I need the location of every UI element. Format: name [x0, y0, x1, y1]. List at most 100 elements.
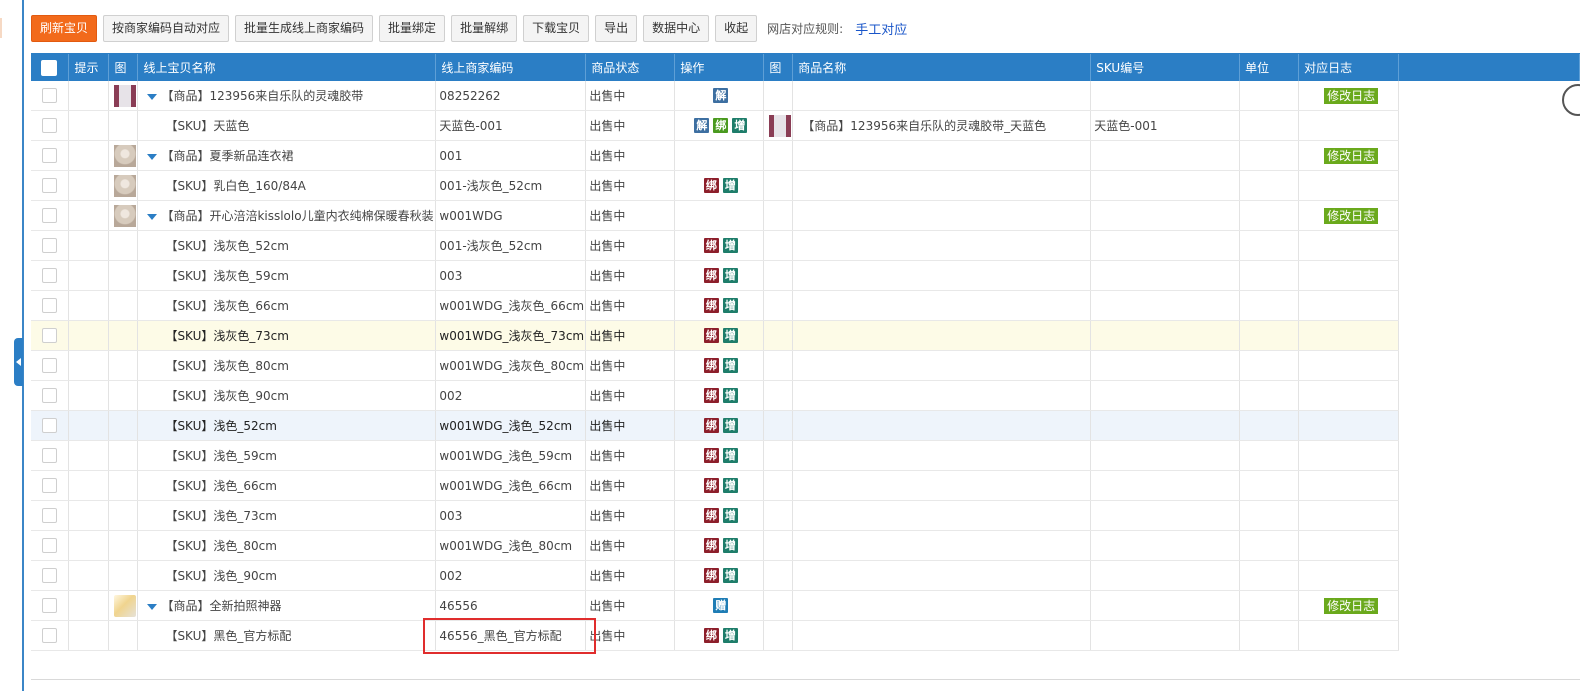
collapse-button[interactable]: 收起 — [715, 14, 758, 42]
table-row[interactable]: 【SKU】浅灰色_80cm w001WDG_浅灰色_80cm 出售中 绑增 — [31, 350, 1580, 381]
table-row[interactable]: 【SKU】浅色_59cm w001WDG_浅色_59cm 出售中 绑增 — [31, 440, 1580, 471]
bind-tag[interactable]: 绑 — [713, 118, 729, 133]
row-select-cell[interactable] — [31, 230, 70, 261]
row-checkbox[interactable] — [42, 478, 57, 493]
row-select-cell[interactable] — [31, 320, 70, 351]
row-select-cell[interactable] — [31, 290, 70, 321]
bind-tag[interactable]: 绑 — [703, 298, 719, 313]
table-row[interactable]: 【SKU】天蓝色 天蓝色-001 出售中 解绑增 【商品】123956来自乐队的灵魂胶带… — [31, 110, 1580, 141]
download-items-button[interactable]: 下载宝贝 — [523, 14, 590, 42]
row-checkbox[interactable] — [42, 628, 57, 643]
row-select-cell[interactable] — [31, 410, 70, 441]
row-select-cell[interactable] — [31, 350, 70, 381]
row-checkbox[interactable] — [42, 418, 57, 433]
table-row[interactable]: 【SKU】浅灰色_52cm 001-浅灰色_52cm 出售中 绑增 — [31, 230, 1580, 261]
row-checkbox[interactable] — [42, 508, 57, 523]
bind-tag[interactable]: 绑 — [703, 478, 719, 493]
bind-tag[interactable]: 绑 — [703, 388, 719, 403]
row-checkbox[interactable] — [42, 388, 57, 403]
bind-tag[interactable]: 绑 — [703, 628, 719, 643]
add-tag[interactable]: 增 — [722, 568, 738, 583]
unbind-tag[interactable]: 解 — [713, 88, 729, 103]
expand-caret-icon[interactable] — [147, 603, 158, 610]
add-tag[interactable]: 增 — [722, 178, 738, 193]
row-checkbox[interactable] — [42, 238, 57, 253]
row-select-cell[interactable] — [31, 200, 70, 231]
batch-generate-code-button[interactable]: 批量生成线上商家编码 — [235, 14, 374, 42]
table-row[interactable]: 【SKU】浅色_90cm 002 出售中 绑增 — [31, 560, 1580, 591]
add-tag[interactable]: 增 — [722, 508, 738, 523]
table-row[interactable]: 【SKU】浅灰色_73cm w001WDG_浅灰色_73cm 出售中 绑增 — [31, 320, 1580, 351]
data-center-button[interactable]: 数据中心 — [643, 14, 710, 42]
gift-tag[interactable]: 赠 — [713, 598, 729, 613]
table-row[interactable]: 【SKU】浅灰色_59cm 003 出售中 绑增 — [31, 260, 1580, 291]
row-select-cell[interactable] — [31, 170, 70, 201]
add-tag[interactable]: 增 — [722, 448, 738, 463]
table-row[interactable]: 【商品】开心涪涪kisslolo儿童内衣纯棉保暖春秋装 w001WDG 出售中 修改日… — [31, 200, 1580, 231]
row-select-cell[interactable] — [31, 440, 70, 471]
add-tag[interactable]: 增 — [722, 418, 738, 433]
modify-log-button[interactable]: 修改日志 — [1324, 147, 1379, 164]
add-tag[interactable]: 增 — [722, 628, 738, 643]
add-tag[interactable]: 增 — [722, 268, 738, 283]
bind-tag[interactable]: 绑 — [703, 268, 719, 283]
modify-log-button[interactable]: 修改日志 — [1324, 207, 1379, 224]
row-checkbox[interactable] — [42, 148, 57, 163]
add-tag[interactable]: 增 — [722, 478, 738, 493]
row-select-cell[interactable] — [31, 380, 70, 411]
row-checkbox[interactable] — [42, 268, 57, 283]
table-row[interactable]: 【SKU】乳白色_160/84A 001-浅灰色_52cm 出售中 绑增 — [31, 170, 1580, 201]
refresh-items-button[interactable]: 刷新宝贝 — [31, 14, 98, 42]
row-select-cell[interactable] — [31, 560, 70, 591]
table-row[interactable]: 【SKU】浅灰色_90cm 002 出售中 绑增 — [31, 380, 1580, 411]
select-all-header[interactable] — [31, 54, 70, 81]
row-checkbox[interactable] — [42, 118, 57, 133]
export-button[interactable]: 导出 — [595, 14, 638, 42]
row-checkbox[interactable] — [42, 598, 57, 613]
row-checkbox[interactable] — [42, 568, 57, 583]
row-select-cell[interactable] — [31, 140, 70, 171]
add-tag[interactable]: 增 — [722, 538, 738, 553]
add-tag[interactable]: 增 — [722, 238, 738, 253]
bind-tag[interactable]: 绑 — [703, 358, 719, 373]
bind-tag[interactable]: 绑 — [703, 538, 719, 553]
row-select-cell[interactable] — [31, 81, 70, 111]
manual-match-link[interactable]: 手工对应 — [855, 19, 907, 38]
row-select-cell[interactable] — [31, 260, 70, 291]
expand-caret-icon[interactable] — [147, 153, 158, 160]
bind-tag[interactable]: 绑 — [703, 238, 719, 253]
row-select-cell[interactable] — [31, 500, 70, 531]
table-row[interactable]: 【SKU】浅色_80cm w001WDG_浅色_80cm 出售中 绑增 — [31, 530, 1580, 561]
add-tag[interactable]: 增 — [722, 298, 738, 313]
add-tag[interactable]: 增 — [722, 388, 738, 403]
collapse-panel-handle[interactable] — [14, 338, 23, 386]
bind-tag[interactable]: 绑 — [703, 568, 719, 583]
add-tag[interactable]: 增 — [732, 118, 748, 133]
row-checkbox[interactable] — [42, 88, 57, 103]
table-row[interactable]: 【SKU】黑色_官方标配 46556_黑色_官方标配 出售中 绑增 — [31, 620, 1580, 651]
table-row[interactable]: 【商品】全新拍照神器 46556 出售中 赠 修改日志 — [31, 590, 1580, 621]
bind-tag[interactable]: 绑 — [703, 328, 719, 343]
table-row[interactable]: 【SKU】浅色_73cm 003 出售中 绑增 — [31, 500, 1580, 531]
bind-tag[interactable]: 绑 — [703, 448, 719, 463]
row-select-cell[interactable] — [31, 620, 70, 651]
row-checkbox[interactable] — [42, 208, 57, 223]
expand-caret-icon[interactable] — [147, 93, 158, 100]
row-checkbox[interactable] — [42, 178, 57, 193]
row-select-cell[interactable] — [31, 110, 70, 141]
modify-log-button[interactable]: 修改日志 — [1324, 597, 1379, 614]
row-checkbox[interactable] — [42, 538, 57, 553]
row-checkbox[interactable] — [42, 358, 57, 373]
unbind-tag[interactable]: 解 — [694, 118, 710, 133]
row-select-cell[interactable] — [31, 530, 70, 561]
row-checkbox[interactable] — [42, 328, 57, 343]
add-tag[interactable]: 增 — [722, 358, 738, 373]
modify-log-button[interactable]: 修改日志 — [1324, 87, 1379, 104]
table-row[interactable]: 【SKU】浅灰色_66cm w001WDG_浅灰色_66cm 出售中 绑增 — [31, 290, 1580, 321]
row-select-cell[interactable] — [31, 470, 70, 501]
expand-caret-icon[interactable] — [147, 213, 158, 220]
bind-tag[interactable]: 绑 — [703, 418, 719, 433]
select-all-checkbox[interactable] — [41, 59, 57, 76]
bind-tag[interactable]: 绑 — [703, 508, 719, 523]
row-checkbox[interactable] — [42, 448, 57, 463]
